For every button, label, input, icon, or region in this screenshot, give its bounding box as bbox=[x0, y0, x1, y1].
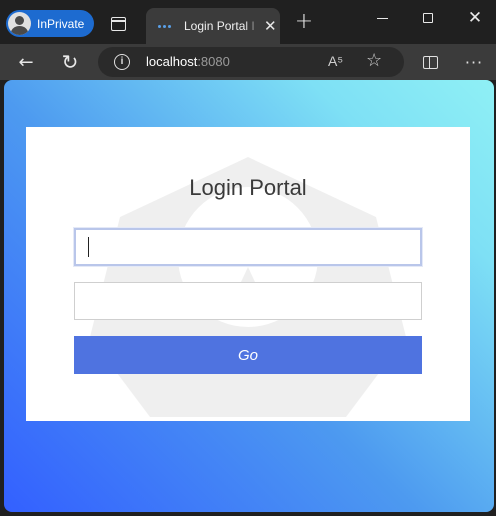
tab-actions-button[interactable] bbox=[106, 12, 130, 36]
refresh-icon: ↻ bbox=[61, 50, 79, 74]
browser-title-bar: InPrivate Login Portal I ✕ + ✕ bbox=[0, 0, 496, 44]
close-tab-icon[interactable]: ✕ bbox=[264, 17, 277, 35]
favicon-icon bbox=[158, 22, 174, 30]
text-caret bbox=[88, 237, 89, 257]
url-port: :8080 bbox=[197, 54, 230, 69]
read-aloud-icon[interactable]: A⁵ bbox=[328, 53, 343, 69]
profile-avatar-icon bbox=[8, 12, 31, 35]
page-viewport: Login Portal Go bbox=[4, 80, 494, 512]
maximize-icon bbox=[423, 13, 433, 23]
inprivate-profile-button[interactable]: InPrivate bbox=[6, 10, 94, 37]
close-window-button[interactable]: ✕ bbox=[455, 4, 495, 32]
tab-title: Login Portal I bbox=[184, 19, 255, 33]
favorite-star-icon[interactable]: ☆ bbox=[366, 50, 382, 71]
browser-toolbar: ← ↻ i localhost:8080 A⁵ ☆ ··· bbox=[0, 44, 496, 80]
refresh-button[interactable]: ↻ bbox=[56, 48, 84, 76]
password-input[interactable] bbox=[74, 282, 422, 320]
new-tab-icon[interactable]: + bbox=[292, 10, 316, 34]
inprivate-label: InPrivate bbox=[37, 16, 85, 31]
login-card: Login Portal Go bbox=[26, 127, 470, 421]
minimize-button[interactable] bbox=[362, 4, 402, 32]
split-screen-button[interactable] bbox=[418, 50, 442, 74]
address-bar[interactable]: i localhost:8080 A⁵ ☆ bbox=[98, 47, 404, 77]
back-button[interactable]: ← bbox=[12, 48, 40, 76]
split-screen-icon bbox=[422, 55, 438, 69]
username-input[interactable] bbox=[74, 228, 422, 266]
url-text[interactable]: localhost:8080 bbox=[146, 54, 230, 69]
url-host: localhost bbox=[146, 54, 198, 69]
site-info-icon[interactable]: i bbox=[114, 54, 130, 70]
minimize-icon bbox=[376, 17, 388, 19]
tab-actions-icon bbox=[110, 17, 126, 31]
close-icon: ✕ bbox=[467, 8, 483, 28]
more-options-icon[interactable]: ··· bbox=[462, 50, 486, 74]
maximize-button[interactable] bbox=[408, 4, 448, 32]
tab-login-portal[interactable]: Login Portal I ✕ bbox=[146, 8, 280, 44]
back-icon: ← bbox=[18, 51, 34, 73]
go-button[interactable]: Go bbox=[74, 336, 422, 374]
page-title: Login Portal bbox=[189, 175, 307, 200]
